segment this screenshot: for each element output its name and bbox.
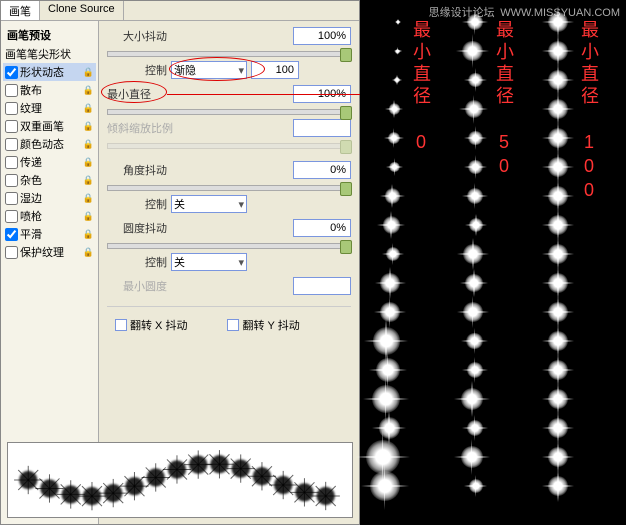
sidebar-label-0: 画笔笔尖形状 [5,46,71,62]
control1-label: 控制 [107,62,167,78]
sidebar-item-4[interactable]: 双重画笔 🔒 [3,117,96,135]
angle-jitter-slider[interactable]: .slider:nth-of-type(n)::after{} [107,185,351,191]
lock-icon: 🔒 [83,85,94,96]
sidebar-label-3: 纹理 [20,100,42,116]
size-jitter-label: 大小抖动 [107,28,167,44]
lock-icon: 🔒 [83,67,94,78]
tabs: 画笔 Clone Source [1,1,359,21]
min-round-input [293,277,351,295]
watermark: 思缘设计论坛 WWW.MISSYUAN.COM [429,4,620,20]
sidebar-check-5[interactable] [5,138,18,151]
sidebar-item-7[interactable]: 杂色 🔒 [3,171,96,189]
sidebar-check-10[interactable] [5,228,18,241]
sidebar-check-6[interactable] [5,156,18,169]
lock-icon: 🔒 [83,121,94,132]
tab-brush[interactable]: 画笔 [1,1,40,20]
sidebar-label-2: 散布 [20,82,42,98]
sidebar-check-9[interactable] [5,210,18,223]
tab-clone[interactable]: Clone Source [40,1,124,20]
sidebar-check-2[interactable] [5,84,18,97]
round-jitter-input[interactable] [293,219,351,237]
col-label-1: 最小直径 50 [491,20,517,180]
brush-panel: 画笔 Clone Source 画笔预设 画笔笔尖形状形状动态🔒散布🔒纹理🔒双重… [0,0,360,525]
min-diameter-label: 最小直径 [107,86,151,102]
size-jitter-input[interactable] [293,27,351,45]
sidebar-label-7: 杂色 [20,172,42,188]
tilt-input [293,119,351,137]
sidebar-item-8[interactable]: 湿边 🔒 [3,189,96,207]
min-round-label: 最小圆度 [107,278,167,294]
lock-icon: 🔒 [83,175,94,186]
col-label-0: 最小直径 0 [408,20,434,156]
sidebar-check-8[interactable] [5,192,18,205]
sidebar-label-5: 颜色动态 [20,136,64,152]
sidebar-check-3[interactable] [5,102,18,115]
control3-select[interactable]: 关 [171,253,247,271]
sidebar-check-7[interactable] [5,174,18,187]
lock-icon: 🔒 [83,211,94,222]
lock-icon: 🔒 [83,229,94,240]
min-diameter-input[interactable] [293,85,351,103]
lock-icon: 🔒 [83,139,94,150]
sidebar-item-5[interactable]: 颜色动态 🔒 [3,135,96,153]
sidebar-label-10: 平滑 [20,226,42,242]
canvas: 思缘设计论坛 WWW.MISSYUAN.COM 最小直径 0 最小直径 50 最小直… [360,0,626,525]
angle-jitter-label: 角度抖动 [107,162,167,178]
sidebar-item-1[interactable]: 形状动态 🔒 [3,63,96,81]
sidebar-item-2[interactable]: 散布 🔒 [3,81,96,99]
flip-x[interactable]: 翻转 X 抖动 [115,317,187,333]
sidebar-label-1: 形状动态 [20,64,64,80]
sidebar-item-3[interactable]: 纹理 🔒 [3,99,96,117]
sidebar-label-11: 保护纹理 [20,244,64,260]
lock-icon: 🔒 [83,103,94,114]
sidebar-check-1[interactable] [5,66,18,79]
control2-label: 控制 [107,196,167,212]
sidebar-title: 画笔预设 [3,25,96,45]
flip-y[interactable]: 翻转 Y 抖动 [227,317,299,333]
round-jitter-label: 圆度抖动 [107,220,167,236]
sidebar-check-11[interactable] [5,246,18,259]
sidebar-item-6[interactable]: 传递 🔒 [3,153,96,171]
sidebar-item-10[interactable]: 平滑 🔒 [3,225,96,243]
control3-label: 控制 [107,254,167,270]
lock-icon: 🔒 [83,193,94,204]
sidebar-label-4: 双重画笔 [20,118,64,134]
sidebar-label-9: 喷枪 [20,208,42,224]
sidebar-label-8: 湿边 [20,190,42,206]
angle-jitter-input[interactable] [293,161,351,179]
lock-icon: 🔒 [83,247,94,258]
tilt-label: 倾斜缩放比例 [107,120,173,136]
tilt-slider [107,143,351,149]
sidebar-check-4[interactable] [5,120,18,133]
sidebar-item-11[interactable]: 保护纹理 🔒 [3,243,96,261]
control1-select[interactable]: 渐隐 [171,61,247,79]
control1-num[interactable] [251,61,299,79]
min-diameter-slider[interactable] [107,109,351,115]
sidebar-item-9[interactable]: 喷枪 🔒 [3,207,96,225]
brush-preview [7,442,353,518]
sidebar-item-0[interactable]: 画笔笔尖形状 [3,45,96,63]
round-jitter-slider[interactable] [107,243,351,249]
size-jitter-slider[interactable] [107,51,351,57]
control2-select[interactable]: 关 [171,195,247,213]
sidebar-label-6: 传递 [20,154,42,170]
col-label-2: 最小直径 100 [576,20,602,204]
lock-icon: 🔒 [83,157,94,168]
